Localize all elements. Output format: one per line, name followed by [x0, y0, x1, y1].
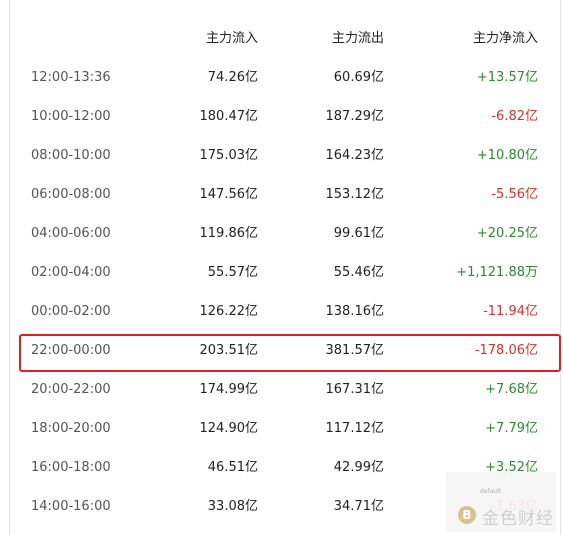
time-cell: 22:00-00:00: [31, 343, 111, 358]
time-cell: 18:00-20:00: [31, 421, 111, 436]
inflow-cell: 124.90亿: [199, 421, 259, 436]
net-inflow-cell: +20.25亿: [476, 226, 538, 241]
outflow-cell: 55.46亿: [333, 265, 384, 280]
inflow-cell: 55.57亿: [207, 265, 258, 280]
outflow-cell: 34.71亿: [333, 499, 384, 514]
inflow-cell: 119.86亿: [199, 226, 259, 241]
net-inflow-cell: -5.56亿: [491, 187, 538, 202]
capital-flow-table: 主力流入 主力流出 主力净流入 12:00-13:36 74.26亿 60.69亿 +…: [9, 0, 561, 535]
inflow-cell: 74.26亿: [207, 70, 258, 85]
outflow-cell: 60.69亿: [333, 70, 384, 85]
time-cell: 04:00-06:00: [31, 226, 111, 241]
outflow-cell: 153.12亿: [325, 187, 385, 202]
table-row: 06:00-08:00 147.56亿 153.12亿 -5.56亿: [10, 175, 562, 214]
watermark: default B 金色财经: [446, 472, 556, 532]
inflow-cell: 180.47亿: [199, 109, 259, 124]
header-main-net-inflow: 主力净流入: [472, 31, 538, 46]
inflow-cell: 203.51亿: [199, 343, 259, 358]
time-cell: 06:00-08:00: [31, 187, 111, 202]
outflow-cell: 99.61亿: [333, 226, 384, 241]
time-cell: 12:00-13:36: [31, 70, 111, 85]
outflow-cell: 138.16亿: [325, 304, 385, 319]
header-main-outflow: 主力流出: [331, 31, 384, 46]
table-row: 10:00-12:00 180.47亿 187.29亿 -6.82亿: [10, 97, 562, 136]
table-row: 20:00-22:00 174.99亿 167.31亿 +7.68亿: [10, 370, 562, 409]
net-inflow-cell: +10.80亿: [476, 148, 538, 163]
header-main-inflow: 主力流入: [205, 31, 258, 46]
outflow-cell: 164.23亿: [325, 148, 385, 163]
table-row: 08:00-10:00 175.03亿 164.23亿 +10.80亿: [10, 136, 562, 175]
inflow-cell: 174.99亿: [199, 382, 259, 397]
table-row: 00:00-02:00 126.22亿 138.16亿 -11.94亿: [10, 292, 562, 331]
table-row: 18:00-20:00 124.90亿 117.12亿 +7.79亿: [10, 409, 562, 448]
time-cell: 14:00-16:00: [31, 499, 111, 514]
time-cell: 00:00-02:00: [31, 304, 111, 319]
watermark-small-text: default: [480, 488, 502, 495]
time-cell: 20:00-22:00: [31, 382, 111, 397]
net-inflow-cell: +7.68亿: [485, 382, 538, 397]
inflow-cell: 147.56亿: [199, 187, 259, 202]
brand-logo-icon: B: [458, 506, 476, 524]
net-inflow-cell: -178.06亿: [474, 343, 538, 358]
net-inflow-cell: +13.57亿: [476, 70, 538, 85]
time-cell: 16:00-18:00: [31, 460, 111, 475]
table-row: 02:00-04:00 55.57亿 55.46亿 +1,121.88万: [10, 253, 562, 292]
outflow-cell: 187.29亿: [325, 109, 385, 124]
table-row: 22:00-00:00 203.51亿 381.57亿 -178.06亿: [10, 331, 562, 370]
net-inflow-cell: +7.79亿: [485, 421, 538, 436]
net-inflow-cell: -6.82亿: [491, 109, 538, 124]
time-cell: 10:00-12:00: [31, 109, 111, 124]
watermark-brand-text: 金色财经: [482, 509, 554, 529]
inflow-cell: 46.51亿: [207, 460, 258, 475]
outflow-cell: 167.31亿: [325, 382, 385, 397]
outflow-cell: 42.99亿: [333, 460, 384, 475]
net-inflow-cell: +1,121.88万: [456, 265, 538, 280]
outflow-cell: 117.12亿: [325, 421, 385, 436]
table-header-row: 主力流入 主力流出 主力净流入: [10, 19, 562, 58]
outflow-cell: 381.57亿: [325, 343, 385, 358]
time-cell: 08:00-10:00: [31, 148, 111, 163]
net-inflow-cell: -11.94亿: [483, 304, 538, 319]
time-cell: 02:00-04:00: [31, 265, 111, 280]
inflow-cell: 126.22亿: [199, 304, 259, 319]
inflow-cell: 33.08亿: [207, 499, 258, 514]
table-row: 12:00-13:36 74.26亿 60.69亿 +13.57亿: [10, 58, 562, 97]
table-row: 04:00-06:00 119.86亿 99.61亿 +20.25亿: [10, 214, 562, 253]
inflow-cell: 175.03亿: [199, 148, 259, 163]
